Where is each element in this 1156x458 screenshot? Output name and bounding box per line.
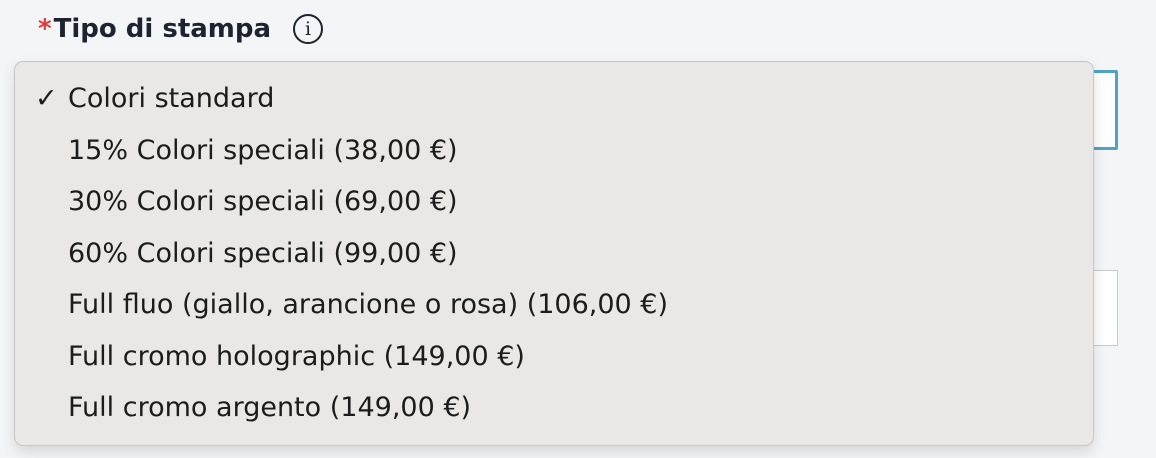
info-icon[interactable]: i — [293, 14, 324, 44]
field-title: *Tipo di stampa — [38, 14, 271, 44]
option-15-colori-speciali[interactable]: 15% Colori speciali (38,00 €) — [15, 125, 1093, 177]
field-label-text: Tipo di stampa — [53, 14, 272, 44]
option-label: Full cromo argento (149,00 €) — [68, 392, 472, 423]
option-label: Full cromo holographic (149,00 €) — [68, 340, 525, 372]
option-full-fluo[interactable]: Full fluo (giallo, arancione o rosa) (10… — [15, 279, 1093, 331]
option-full-cromo-holographic[interactable]: Full cromo holographic (149,00 €) — [15, 331, 1093, 383]
print-type-dropdown: ✓ Colori standard 15% Colori speciali (3… — [14, 61, 1094, 446]
required-mark: * — [38, 14, 52, 44]
option-label: 60% Colori speciali (99,00 €) — [68, 237, 458, 269]
option-label: 15% Colori speciali (38,00 €) — [68, 134, 458, 166]
checkmark-icon: ✓ — [35, 83, 58, 114]
option-label: 30% Colori speciali (69,00 €) — [68, 186, 458, 217]
option-30-colori-speciali[interactable]: 30% Colori speciali (69,00 €) — [15, 176, 1093, 228]
option-60-colori-speciali[interactable]: 60% Colori speciali (99,00 €) — [15, 228, 1093, 280]
option-label: Colori standard — [68, 83, 275, 114]
option-colori-standard[interactable]: ✓ Colori standard — [15, 73, 1093, 125]
option-label: Full fluo (giallo, arancione o rosa) (10… — [68, 289, 669, 320]
option-full-cromo-argento[interactable]: Full cromo argento (149,00 €) — [15, 382, 1093, 434]
print-type-label: *Tipo di stampa i — [38, 14, 324, 44]
